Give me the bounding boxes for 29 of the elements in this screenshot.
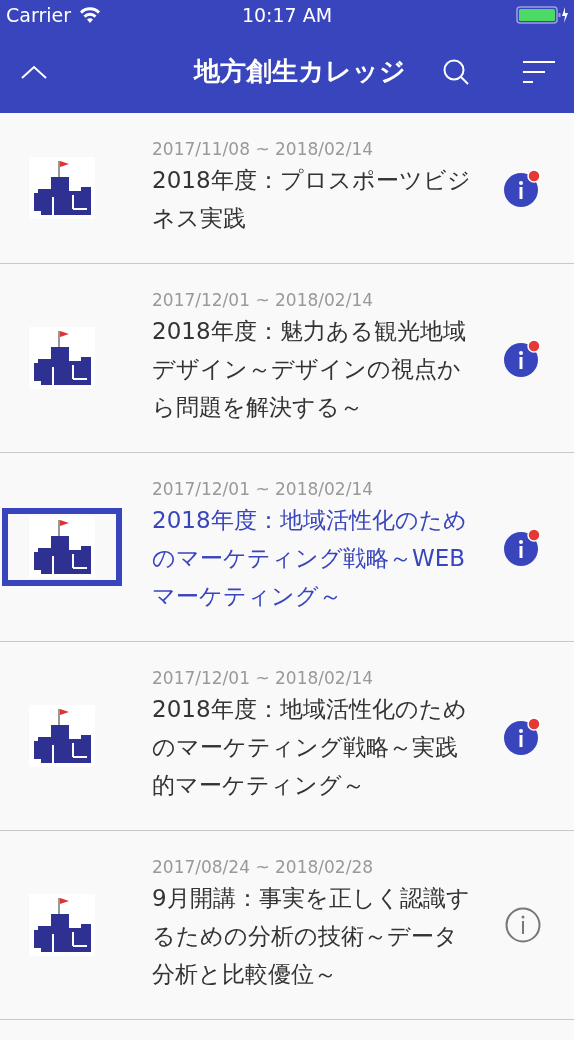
course-title[interactable]: 2018年度：プロスポーツビジネス実践 [152, 161, 472, 237]
date-range: 2017/12/01 ~ 2018/02/14 [152, 479, 375, 499]
info-icon[interactable] [504, 717, 542, 755]
castle-icon [29, 894, 95, 956]
course-title[interactable]: 2018年度：魅力ある観光地域デザイン～デザインの視点から問題を解決する～ [152, 312, 472, 426]
date-range: 2017/11/08 ~ 2018/02/14 [152, 139, 375, 159]
wifi-icon [79, 7, 101, 23]
castle-icon [29, 705, 95, 767]
screen-title: 地方創生カレッジ [192, 55, 407, 88]
battery-icon [516, 5, 568, 25]
thumbnail-frame[interactable] [2, 508, 122, 586]
info-icon[interactable] [504, 169, 542, 207]
course-title[interactable]: 9月開講：事実を正しく認識するための分析の技術～データ分析と比較優位～ [152, 879, 472, 993]
info-icon[interactable] [504, 528, 542, 566]
date-range: 2017/12/01 ~ 2018/02/14 [152, 290, 375, 310]
info-icon[interactable] [504, 906, 542, 944]
castle-icon [29, 516, 95, 578]
castle-icon [29, 327, 95, 389]
date-range: 2017/08/24 ~ 2018/02/28 [152, 857, 375, 877]
castle-icon [29, 157, 95, 219]
chevron-up-icon[interactable] [20, 63, 48, 80]
info-icon[interactable] [504, 339, 542, 377]
course-title[interactable]: 2018年度：地域活性化のためのマーケティング戦略～WEBマーケティング～ [152, 501, 472, 615]
course-title[interactable]: 2018年度：地域活性化のためのマーケティング戦略～実践的マーケティング～ [152, 690, 472, 804]
sort-icon[interactable] [522, 59, 556, 84]
date-range: 2017/12/01 ~ 2018/02/14 [152, 668, 375, 688]
search-icon[interactable] [442, 57, 470, 86]
time-label: 10:17 AM [241, 4, 333, 26]
carrier-label: Carrier [6, 4, 71, 26]
